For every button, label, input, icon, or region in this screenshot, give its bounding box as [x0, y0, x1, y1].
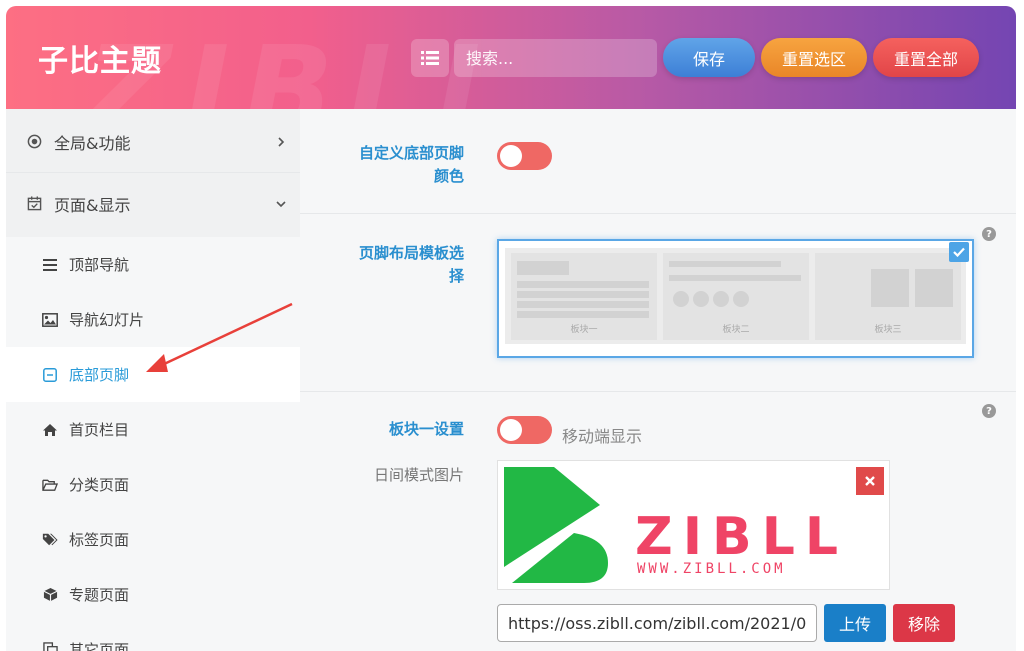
- save-button[interactable]: 保存: [663, 38, 755, 77]
- header: ZIBLL 子比主题 保存 重置选区 重置全部: [6, 6, 1016, 109]
- sidebar-item-other-pages[interactable]: 其它页面: [6, 622, 300, 651]
- bars-icon: [42, 257, 58, 273]
- label-line: 页脚布局模板选: [358, 244, 464, 262]
- settings-panel: 自定义底部页脚 颜色 ? 页脚布局模板选 择 板块一 板块二 板块三 ? 板块一…: [300, 109, 1016, 651]
- sidebar-item-label: 分类页面: [69, 476, 130, 494]
- logo-url: WWW.ZIBLL.COM: [637, 561, 786, 577]
- list-icon: [421, 51, 439, 65]
- sidebar-item-topic-page[interactable]: 专题页面: [6, 567, 300, 622]
- zibll-logo-icon: [504, 467, 608, 583]
- close-icon[interactable]: [856, 467, 884, 495]
- label-line: 自定义底部页脚: [358, 144, 464, 162]
- custom-color-label: 自定义底部页脚 颜色: [324, 142, 464, 188]
- image-url-input[interactable]: https://oss.zibll.com/zibll.com/2021/0: [497, 604, 817, 642]
- remove-button[interactable]: 移除: [893, 604, 955, 642]
- sidebar-item-label: 其它页面: [69, 641, 130, 651]
- day-image-label: 日间模式图片: [373, 466, 464, 484]
- sidebar-item-tag-page[interactable]: 标签页面: [6, 512, 300, 567]
- cube-icon: [42, 587, 58, 603]
- menu-toggle-button[interactable]: [411, 39, 449, 77]
- mobile-display-label: 移动端显示: [562, 427, 643, 446]
- template-preview: 板块一 板块二 板块三: [505, 248, 966, 344]
- image-icon: [42, 312, 58, 328]
- reset-section-button[interactable]: 重置选区: [761, 38, 867, 77]
- sidebar-item-label: 首页栏目: [69, 421, 130, 439]
- target-icon: [26, 134, 42, 150]
- sidebar-group-global[interactable]: 全局&功能: [6, 111, 300, 172]
- layout-template-label: 页脚布局模板选 择: [324, 242, 464, 288]
- reset-all-button[interactable]: 重置全部: [873, 38, 979, 77]
- sidebar-group-pages[interactable]: 页面&显示: [6, 173, 300, 234]
- divider: [300, 391, 1016, 392]
- sidebar-item-label: 导航幻灯片: [69, 311, 145, 329]
- template-block-caption: 板块一: [570, 325, 598, 335]
- sidebar-item-category-page[interactable]: 分类页面: [6, 457, 300, 512]
- copy-icon: [42, 642, 58, 651]
- custom-color-toggle[interactable]: [497, 142, 552, 170]
- home-icon: [42, 422, 58, 438]
- template-block-three: 板块三: [815, 253, 961, 340]
- template-block-caption: 板块二: [722, 325, 750, 335]
- template-block-two: 板块二: [663, 253, 809, 340]
- template-block-one: 板块一: [511, 253, 657, 340]
- sidebar-group-label: 页面&显示: [54, 195, 131, 215]
- app-window: ZIBLL 子比主题 保存 重置选区 重置全部 全局&功能: [6, 6, 1016, 651]
- logo-wordmark: ZIBLL: [635, 507, 848, 567]
- sidebar-item-top-nav[interactable]: 顶部导航: [6, 237, 300, 292]
- sidebar-item-footer[interactable]: 底部页脚: [6, 347, 300, 402]
- check-icon: [949, 242, 969, 262]
- chevron-right-icon: [278, 136, 285, 147]
- chevron-down-icon: [276, 200, 286, 207]
- sidebar-item-label: 顶部导航: [69, 256, 130, 274]
- label-line: 颜色: [433, 167, 464, 185]
- mobile-display-toggle[interactable]: [497, 416, 552, 444]
- sidebar-item-label: 专题页面: [69, 586, 130, 604]
- day-image-preview: ZIBLL WWW.ZIBLL.COM: [497, 460, 890, 590]
- sidebar-item-home-sections[interactable]: 首页栏目: [6, 402, 300, 457]
- label-line: 择: [448, 267, 464, 285]
- help-icon[interactable]: ?: [982, 404, 996, 418]
- template-block-caption: 板块三: [874, 325, 902, 335]
- sidebar-item-nav-slides[interactable]: 导航幻灯片: [6, 292, 300, 347]
- sidebar-item-label: 底部页脚: [69, 366, 130, 384]
- brand-title: 子比主题: [38, 44, 162, 79]
- layout-template-option[interactable]: 板块一 板块二 板块三: [497, 239, 974, 358]
- search-input[interactable]: [454, 39, 657, 77]
- toggle-knob: [500, 145, 522, 167]
- calendar-check-icon: [26, 196, 42, 212]
- tags-icon: [42, 532, 58, 548]
- minus-square-icon: [42, 367, 58, 383]
- upload-button[interactable]: 上传: [824, 604, 886, 642]
- help-icon[interactable]: ?: [982, 227, 996, 241]
- sidebar-item-label: 标签页面: [69, 531, 130, 549]
- toggle-knob: [500, 419, 522, 441]
- divider: [300, 213, 1016, 214]
- folder-open-icon: [42, 477, 58, 493]
- block-one-label: 板块一设置: [388, 420, 464, 438]
- sidebar-group-label: 全局&功能: [54, 133, 131, 153]
- sidebar: 全局&功能 页面&显示 顶部导航 导航幻灯片 底部页脚 首页栏目 分类页面 标签…: [6, 109, 300, 651]
